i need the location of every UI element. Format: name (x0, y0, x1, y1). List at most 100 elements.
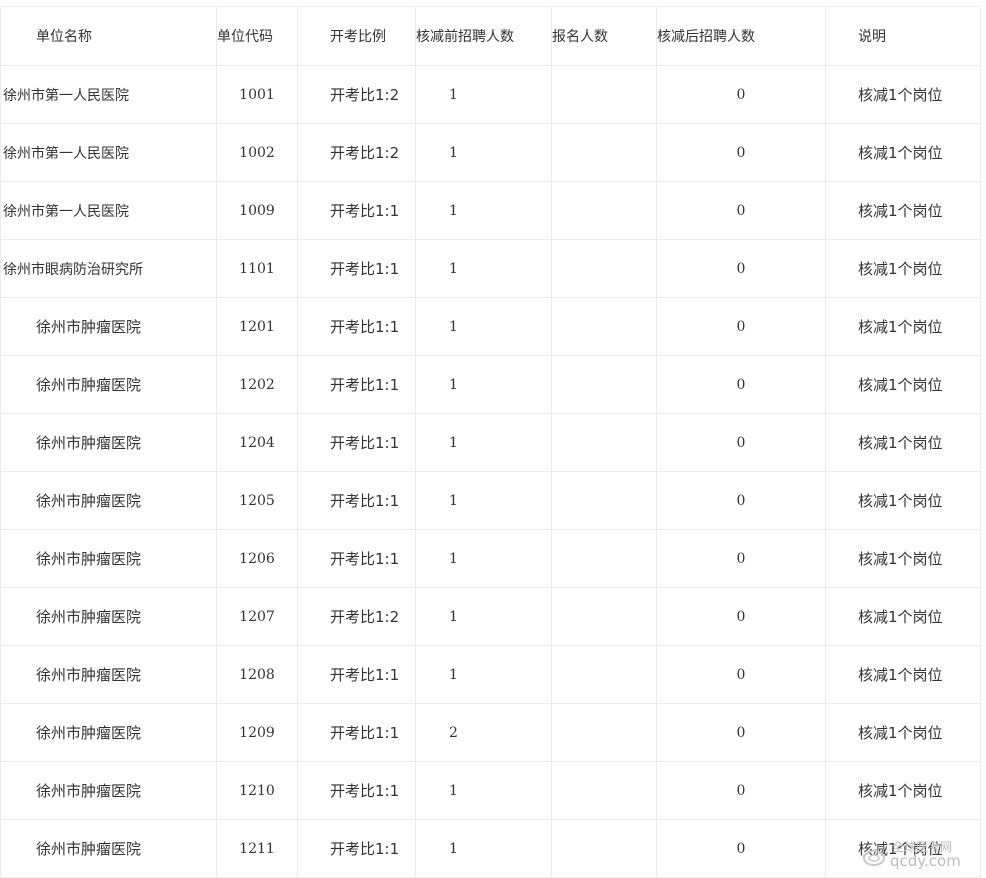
applicants-cell (551, 819, 657, 878)
note-cell: 核减1个岗位 (825, 355, 981, 414)
unit-name-cell: 徐州市肿瘤医院 (0, 645, 217, 704)
col-header-before-count: 核减前招聘人数 (415, 6, 552, 66)
note-cell: 核减1个岗位 (825, 65, 981, 124)
before-count-cell: 1 (415, 529, 552, 588)
applicants-cell (551, 239, 657, 298)
applicants-cell (551, 645, 657, 704)
unit-name-cell: 徐州市第一人民医院 (0, 123, 217, 182)
before-count-cell: 1 (415, 297, 552, 356)
exam-ratio-cell: 开考比1:1 (297, 181, 416, 240)
unit-name-cell: 徐州市肿瘤医院 (0, 413, 217, 472)
table-header-row: 单位名称 单位代码 开考比例 核减前招聘人数 报名人数 核减后招聘人数 说明 (0, 6, 981, 66)
unit-code-cell: 1202 (216, 355, 298, 414)
unit-name-cell: 徐州市肿瘤医院 (0, 761, 217, 820)
before-count-cell: 1 (415, 355, 552, 414)
col-header-unit-name: 单位名称 (0, 6, 217, 66)
exam-ratio-cell: 开考比1:1 (297, 413, 416, 472)
table-row: 徐州市肿瘤医院 1202 开考比1:1 1 0 核减1个岗位 (0, 355, 981, 414)
note-cell: 核减1个岗位 (825, 645, 981, 704)
watermark-domain: qcdy.com (890, 852, 961, 870)
after-count-cell: 0 (656, 471, 826, 530)
exam-ratio-cell: 开考比1:2 (297, 65, 416, 124)
exam-ratio-cell: 开考比1:1 (297, 819, 416, 878)
table-row: 徐州市第一人民医院 1009 开考比1:1 1 0 核减1个岗位 (0, 181, 981, 240)
unit-code-cell: 1210 (216, 761, 298, 820)
before-count-cell: 1 (415, 65, 552, 124)
after-count-cell: 0 (656, 761, 826, 820)
applicants-cell (551, 413, 657, 472)
note-cell: 核减1个岗位 (825, 181, 981, 240)
unit-name-cell: 徐州市眼病防治研究所 (0, 239, 217, 298)
unit-code-cell: 1201 (216, 297, 298, 356)
exam-ratio-cell: 开考比1:1 (297, 645, 416, 704)
unit-code-cell: 1101 (216, 239, 298, 298)
unit-name-cell: 徐州市第一人民医院 (0, 181, 217, 240)
applicants-cell (551, 297, 657, 356)
note-cell: 核减1个岗位 (825, 297, 981, 356)
after-count-cell: 0 (656, 587, 826, 646)
exam-ratio-cell: 开考比1:1 (297, 297, 416, 356)
unit-name-cell: 徐州市第一人民医院 (0, 65, 217, 124)
exam-ratio-cell: 开考比1:1 (297, 239, 416, 298)
after-count-cell: 0 (656, 239, 826, 298)
note-cell: 核减1个岗位 (825, 529, 981, 588)
table-row: 徐州市肿瘤医院 1201 开考比1:1 1 0 核减1个岗位 (0, 297, 981, 356)
exam-ratio-cell: 开考比1:1 (297, 761, 416, 820)
exam-ratio-cell: 开考比1:1 (297, 529, 416, 588)
unit-name-cell: 徐州市肿瘤医院 (0, 587, 217, 646)
before-count-cell: 1 (415, 239, 552, 298)
col-header-after-count: 核减后招聘人数 (656, 6, 826, 66)
table-row: 徐州市肿瘤医院 1204 开考比1:1 1 0 核减1个岗位 (0, 413, 981, 472)
table-row: 徐州市肿瘤医院 1205 开考比1:1 1 0 核减1个岗位 (0, 471, 981, 530)
note-cell: 核减1个岗位 (825, 123, 981, 182)
col-header-applicants: 报名人数 (551, 6, 657, 66)
exam-ratio-cell: 开考比1:1 (297, 471, 416, 530)
applicants-cell (551, 471, 657, 530)
col-header-exam-ratio: 开考比例 (297, 6, 416, 66)
after-count-cell: 0 (656, 645, 826, 704)
before-count-cell: 1 (415, 761, 552, 820)
unit-name-cell: 徐州市肿瘤医院 (0, 529, 217, 588)
unit-code-cell: 1208 (216, 645, 298, 704)
note-cell: 核减1个岗位 (825, 471, 981, 530)
before-count-cell: 1 (415, 587, 552, 646)
after-count-cell: 0 (656, 65, 826, 124)
applicants-cell (551, 587, 657, 646)
table-row: 徐州市肿瘤医院 1207 开考比1:2 1 0 核减1个岗位 (0, 587, 981, 646)
unit-code-cell: 1207 (216, 587, 298, 646)
before-count-cell: 1 (415, 181, 552, 240)
table-row: 徐州市肿瘤医院 1211 开考比1:1 1 0 核减1个岗位 (0, 819, 981, 878)
unit-code-cell: 1209 (216, 703, 298, 762)
unit-code-cell: 1002 (216, 123, 298, 182)
applicants-cell (551, 529, 657, 588)
unit-code-cell: 1001 (216, 65, 298, 124)
unit-code-cell: 1206 (216, 529, 298, 588)
after-count-cell: 0 (656, 703, 826, 762)
exam-ratio-cell: 开考比1:1 (297, 703, 416, 762)
table-body: 徐州市第一人民医院 1001 开考比1:2 1 0 核减1个岗位 徐州市第一人民医院 1002… (0, 65, 981, 878)
table-row: 徐州市肿瘤医院 1206 开考比1:1 1 0 核减1个岗位 (0, 529, 981, 588)
unit-name-cell: 徐州市肿瘤医院 (0, 297, 217, 356)
table-row: 徐州市肿瘤医院 1210 开考比1:1 1 0 核减1个岗位 (0, 761, 981, 820)
table-row: 徐州市眼病防治研究所 1101 开考比1:1 1 0 核减1个岗位 (0, 239, 981, 298)
table-row: 徐州市肿瘤医院 1208 开考比1:1 1 0 核减1个岗位 (0, 645, 981, 704)
unit-code-cell: 1009 (216, 181, 298, 240)
before-count-cell: 1 (415, 123, 552, 182)
applicants-cell (551, 703, 657, 762)
exam-ratio-cell: 开考比1:2 (297, 123, 416, 182)
before-count-cell: 1 (415, 471, 552, 530)
applicants-cell (551, 355, 657, 414)
after-count-cell: 0 (656, 819, 826, 878)
unit-name-cell: 徐州市肿瘤医院 (0, 355, 217, 414)
after-count-cell: 0 (656, 413, 826, 472)
note-cell: 核减1个岗位 (825, 239, 981, 298)
note-cell: 核减1个岗位 (825, 587, 981, 646)
after-count-cell: 0 (656, 529, 826, 588)
after-count-cell: 0 (656, 297, 826, 356)
site-watermark: 全球医考网 qcdy.com (862, 838, 980, 872)
table-row: 徐州市第一人民医院 1002 开考比1:2 1 0 核减1个岗位 (0, 123, 981, 182)
after-count-cell: 0 (656, 355, 826, 414)
table-row: 徐州市第一人民医院 1001 开考比1:2 1 0 核减1个岗位 (0, 65, 981, 124)
note-cell: 核减1个岗位 (825, 761, 981, 820)
table-row: 徐州市肿瘤医院 1209 开考比1:1 2 0 核减1个岗位 (0, 703, 981, 762)
